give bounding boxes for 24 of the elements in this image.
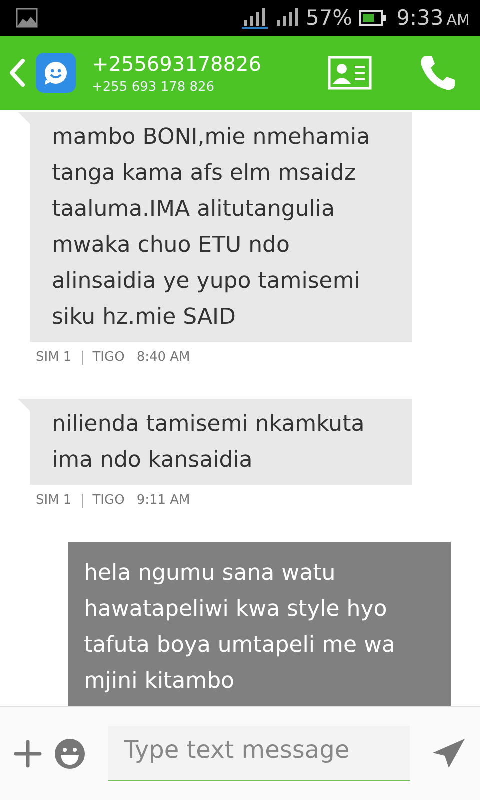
carrier-label: TIGO: [92, 350, 125, 365]
signal-icon: [242, 6, 270, 30]
clock: 9:33 AM: [396, 6, 470, 30]
back-icon[interactable]: [8, 58, 26, 88]
picture-icon: [16, 8, 38, 28]
message-time: 8:40 AM: [136, 350, 190, 365]
contact-number-formatted: +255 693 178 826: [92, 80, 216, 94]
add-icon[interactable]: [14, 740, 42, 768]
contact-number: +255693178826: [92, 52, 262, 76]
phone-icon[interactable]: [418, 53, 458, 93]
battery-icon: [358, 10, 387, 26]
chat-app-icon: [36, 53, 76, 93]
contact-card-icon[interactable]: [328, 56, 372, 90]
battery-percent: 57%: [306, 6, 353, 30]
message-input[interactable]: Type text message: [108, 726, 410, 781]
carrier-label: TIGO: [92, 493, 125, 508]
send-icon[interactable]: [432, 738, 466, 770]
message-bubble: nilienda tamisemi nkamkuta ima ndo kansaidia: [30, 399, 412, 485]
sim-label: SIM 1: [36, 350, 72, 365]
message-bubble: mambo BONI,mie nmehamia tanga kama afs elm msaidz taaluma.IMA alitutangulia mwaka chuo ETU ndo alinsaidia ye yupo tamisemi siku hz.mie SAID: [30, 112, 412, 342]
message-time: 9:11 AM: [136, 493, 190, 508]
emoji-icon[interactable]: [54, 738, 86, 770]
message-bubble: hela ngumu sana watu hawatapeliwi kwa style hyo tafuta boya umtapeli me wa mjini kitambo: [68, 542, 451, 706]
sim-label: SIM 1: [36, 493, 72, 508]
